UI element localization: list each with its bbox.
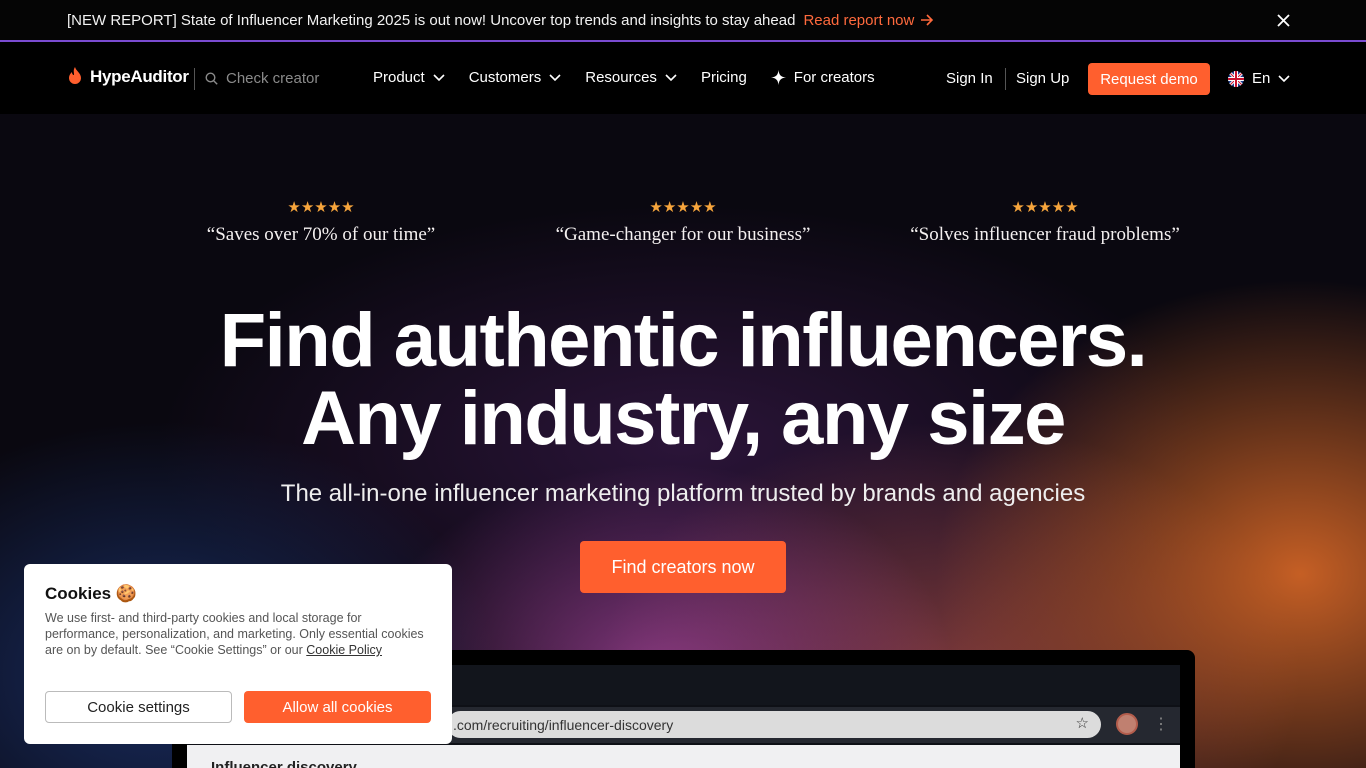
rating-stars-icon: ★★★★★ [1011,199,1079,216]
bookmark-star-icon: ☆ [1075,715,1089,732]
search-icon [205,72,218,85]
review-quote: “Solves influencer fraud problems” [910,224,1180,245]
close-icon[interactable] [1277,10,1290,33]
hero-headline: Find authentic influencers. Any industry… [0,302,1366,458]
announcement-banner: [NEW REPORT] State of Influencer Marketi… [0,0,1366,42]
uk-flag-icon [1228,70,1244,87]
logo[interactable]: HypeAuditor [66,67,189,87]
nav-item-product[interactable]: Product [373,69,445,86]
banner-text: [NEW REPORT] State of Influencer Marketi… [67,11,796,29]
sign-up-link[interactable]: Sign Up [1016,70,1069,87]
nav-item-label: Product [373,69,425,86]
request-demo-button[interactable]: Request demo [1088,63,1210,95]
nav-item-pricing[interactable]: Pricing [701,69,747,86]
chevron-down-icon [433,73,445,81]
search-input[interactable]: Check creator [226,70,319,87]
arrow-right-icon [921,14,934,26]
chevron-down-icon [1278,74,1290,82]
sparkle-icon [770,70,786,85]
nav-item-label: Resources [585,69,657,86]
cookie-title: Cookies 🍪 [45,584,138,603]
rating-stars-icon: ★★★★★ [287,199,355,216]
review-quote: “Game-changer for our business” [555,224,811,245]
nav-item-resources[interactable]: Resources [585,69,677,86]
divider [1005,68,1006,90]
headline-line-1: Find authentic influencers. [219,298,1148,383]
review-card: ★★★★★ “Solves influencer fraud problems” [880,198,1210,246]
check-creator-search[interactable]: Check creator [205,70,319,87]
more-vert-icon: ⋮ [1153,716,1169,733]
browser-url-bar: .com/recruiting/influencer-discovery ☆ [447,711,1101,738]
chevron-down-icon [549,73,561,81]
sign-in-link[interactable]: Sign In [946,70,993,87]
cookie-consent-dialog: Cookies 🍪 We use first- and third-party … [24,564,452,744]
nav-item-for-creators[interactable]: For creators [770,69,875,86]
url-text: .com/recruiting/influencer-discovery [453,716,674,733]
hero-subtitle: The all-in-one influencer marketing plat… [280,480,1086,507]
review-quote: “Saves over 70% of our time” [206,224,436,245]
nav-item-label: Pricing [700,69,747,86]
nav-item-customers[interactable]: Customers [469,69,562,86]
cookie-settings-button[interactable]: Cookie settings [45,691,232,723]
page-title: Influencer discovery [211,759,357,768]
main-navigation: HypeAuditor Check creator Product Custom… [0,44,1366,114]
review-card: ★★★★★ “Game-changer for our business” [518,198,848,246]
rating-stars-icon: ★★★★★ [649,199,717,216]
language-selector[interactable]: En [1228,70,1290,87]
read-report-label: Read report now [803,11,915,29]
headline-line-2: Any industry, any size [301,376,1066,461]
find-creators-button[interactable]: Find creators now [580,541,786,593]
allow-all-cookies-button[interactable]: Allow all cookies [244,691,431,723]
language-label: En [1252,70,1271,87]
browser-page: Influencer discovery [187,745,1180,768]
cookie-policy-link[interactable]: Cookie Policy [306,643,382,657]
nav-item-label: Customers [468,69,542,86]
logo-text: HypeAuditor [90,67,189,86]
nav-menu: Product Customers Resources Pricing For … [373,69,875,86]
avatar [1116,713,1138,735]
cookie-description: We use first- and third-party cookies an… [45,610,425,658]
nav-item-label: For creators [793,69,875,86]
flame-icon [69,67,81,84]
review-card: ★★★★★ “Saves over 70% of our time” [156,198,486,246]
divider [194,68,195,90]
read-report-link[interactable]: Read report now [803,12,934,29]
chevron-down-icon [665,73,677,81]
